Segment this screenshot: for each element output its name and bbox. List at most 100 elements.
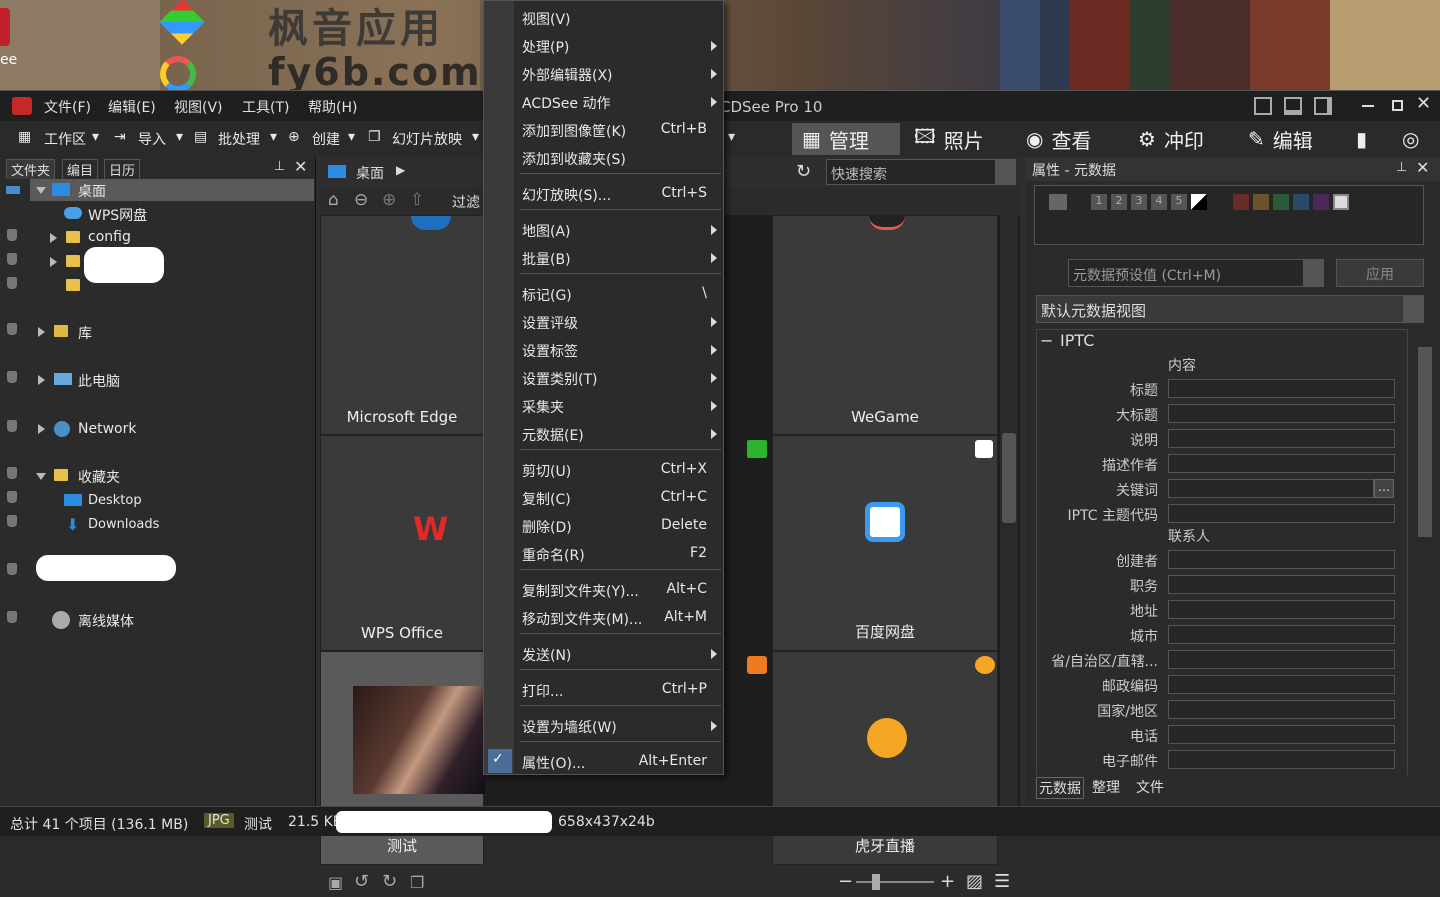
menu-view[interactable]: 视图(V) [174,97,223,117]
home-icon[interactable]: ⌂ [328,190,339,210]
field-input[interactable] [1168,550,1395,569]
app-icon[interactable] [12,97,32,115]
tab-metadata[interactable]: 元数据 [1036,777,1084,799]
chevron-down-icon[interactable] [995,160,1015,184]
tab-file[interactable]: 文件 [1136,777,1164,797]
refresh-icon[interactable]: ↻ [796,161,811,182]
metadata-view-dropdown[interactable]: 默认元数据视图 [1036,295,1424,323]
quick-search-input[interactable]: 快速搜索 [826,159,1016,185]
menu-item-19[interactable]: 复制到文件夹(Y)... Alt+C [484,581,723,601]
tab-folders[interactable]: 文件夹 [6,159,56,179]
tree-favorites[interactable]: 收藏夹 [78,467,120,487]
chevron-down-icon[interactable] [1403,296,1423,322]
tab-calendar[interactable]: 日历 [104,159,141,179]
rotate-right-icon[interactable]: ↻ [382,871,397,892]
menu-file[interactable]: 文件(F) [44,97,91,117]
import-icon[interactable]: ⇥ [114,129,126,145]
chevron-down-icon[interactable] [1303,260,1323,286]
field-input[interactable] [1168,700,1395,719]
field-input[interactable] [1168,725,1395,744]
preset-dropdown[interactable]: 元数据预设值 (Ctrl+M) [1068,259,1324,287]
tab-organize[interactable]: 整理 [1092,777,1120,797]
color-red[interactable] [1233,194,1249,210]
field-input[interactable] [1168,404,1395,423]
menu-item-8[interactable]: 批量(B) [484,249,723,269]
mode-manage[interactable]: ▦ 管理 [792,123,900,155]
workspace-icon[interactable]: ▦ [18,129,31,145]
create-button[interactable]: 创建 [312,129,340,149]
tree-offline-media[interactable]: 离线媒体 [78,611,134,631]
field-input[interactable] [1168,479,1374,498]
menu-item-9[interactable]: 标记(G) \ [484,285,723,305]
batch-icon[interactable]: ▤ [194,129,207,145]
zoom-slider[interactable] [856,874,934,890]
color-green[interactable] [1273,194,1289,210]
chevron-down-icon[interactable]: ▾ [92,129,99,145]
tree-this-pc[interactable]: 此电脑 [78,371,120,391]
mode-photos[interactable]: 🖾 照片 [904,123,1014,155]
rating-3[interactable]: 3 [1131,194,1147,210]
minimize-icon[interactable] [1362,105,1374,107]
rating-5[interactable]: 5 [1171,194,1187,210]
chevron-down-icon[interactable]: ▾ [728,129,735,145]
mode-view[interactable]: ◉ 查看 [1016,123,1126,155]
mode-develop[interactable]: ⚙ 冲印 [1128,123,1238,155]
tree-wps[interactable]: WPS网盘 [88,205,147,225]
image-icon[interactable]: ▣ [328,873,343,892]
menu-item-6[interactable]: 幻灯放映(S)... Ctrl+S [484,185,723,205]
apply-button[interactable]: 应用 [1336,259,1424,287]
tree-fav-desktop[interactable]: Desktop [88,493,142,508]
thumb-wegame[interactable]: WeGame [772,215,998,435]
field-input[interactable] [1168,429,1395,448]
menu-item-3[interactable]: ACDSee 动作 [484,93,723,113]
menu-help[interactable]: 帮助(H) [308,97,357,117]
close-pane-icon[interactable]: ✕ [294,157,307,176]
tree-network[interactable]: Network [78,421,136,437]
color-none[interactable] [1333,194,1349,210]
menu-item-1[interactable]: 处理(P) [484,37,723,57]
pin-icon[interactable]: ⊥ [1396,160,1407,175]
tab-catalog[interactable]: 编目 [62,159,99,179]
menu-item-7[interactable]: 地图(A) [484,221,723,241]
thumb-wps[interactable]: W WPS Office [320,435,484,651]
close-pane-icon[interactable]: ✕ [1416,158,1429,177]
field-input[interactable] [1168,379,1395,398]
menu-item-12[interactable]: 设置类别(T) [484,369,723,389]
keywords-browse-button[interactable]: … [1374,479,1394,498]
slideshow-icon[interactable]: ❐ [368,129,381,145]
iptc-section[interactable]: IPTC [1060,331,1094,350]
menu-item-16[interactable]: 复制(C) Ctrl+C [484,489,723,509]
thumbnail-view-icon[interactable]: ▨ [966,871,983,892]
scrollbar[interactable] [1000,215,1018,865]
rating-2[interactable]: 2 [1111,194,1127,210]
color-yellow[interactable] [1253,194,1269,210]
zoom-in-icon[interactable]: + [940,871,955,892]
thumb-edge[interactable]: Microsoft Edge [320,215,484,435]
menu-item-4[interactable]: 添加到图像筐(K) Ctrl+B [484,121,723,141]
scrollbar-thumb[interactable] [1002,433,1016,523]
rating-1[interactable]: 1 [1091,194,1107,210]
color-purple[interactable] [1313,194,1329,210]
thumb-baidu[interactable]: 百度网盘 [747,435,998,651]
menu-item-17[interactable]: 删除(D) Delete [484,517,723,537]
menu-item-5[interactable]: 添加到收藏夹(S) [484,149,723,169]
menu-item-22[interactable]: 打印... Ctrl+P [484,681,723,701]
forward-icon[interactable]: ⊕ [382,190,396,210]
field-input[interactable] [1168,600,1395,619]
menu-tools[interactable]: 工具(T) [242,97,289,117]
maximize-icon[interactable] [1392,100,1403,111]
zoom-slider-thumb[interactable] [872,874,880,890]
clear-rating-icon[interactable] [1191,194,1207,210]
import-button[interactable]: 导入 [138,129,166,149]
path-desktop[interactable]: 桌面 [356,163,384,183]
mode-edit[interactable]: ✎ 编辑 [1238,123,1346,155]
desktop-app-icon[interactable] [0,8,10,46]
menu-item-21[interactable]: 发送(N) [484,645,723,665]
menu-item-14[interactable]: 元数据(E) [484,425,723,445]
compare-icon[interactable]: ❐ [410,873,424,892]
mode-dashboard[interactable]: ▮ [1346,123,1392,155]
tree-config[interactable]: config [88,229,131,245]
field-input[interactable] [1168,625,1395,644]
field-input[interactable] [1168,454,1395,473]
slideshow-button[interactable]: 幻灯片放映 [392,129,462,149]
